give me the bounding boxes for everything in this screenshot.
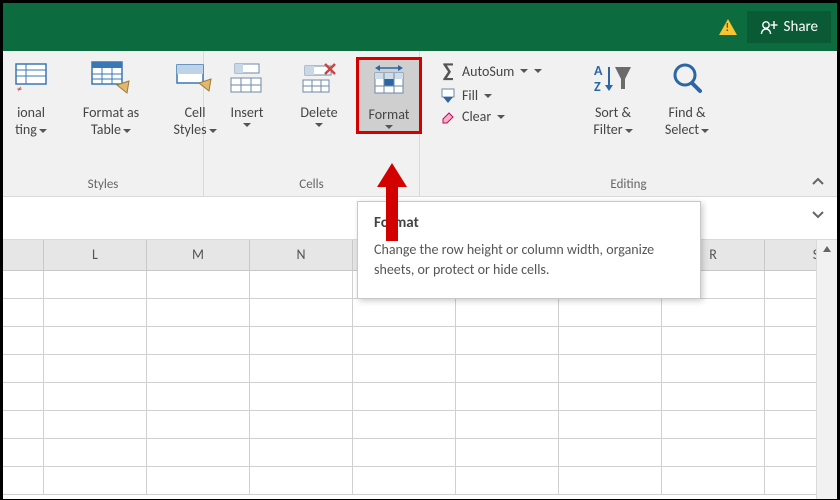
group-cells-label: Cells — [204, 175, 419, 196]
svg-text:≠: ≠ — [17, 82, 22, 95]
tooltip-title: Format — [374, 214, 684, 232]
group-editing-label: Editing — [420, 175, 837, 196]
group-styles: ≠ ionalting — [3, 51, 204, 196]
column-header[interactable] — [3, 240, 44, 270]
cells-grid[interactable] — [3, 271, 837, 495]
ribbon: ≠ ionalting — [3, 51, 837, 197]
conditional-formatting-button[interactable]: ≠ ionalting — [1, 57, 61, 141]
magnifier-icon — [669, 60, 705, 98]
delete-button[interactable]: Delete — [284, 57, 354, 130]
format-as-table-icon — [91, 60, 131, 98]
fill-down-icon — [438, 88, 458, 104]
vertical-scrollbar[interactable] — [816, 240, 837, 499]
column-header[interactable]: M — [147, 240, 250, 270]
fill-button[interactable]: Fill — [438, 87, 568, 104]
tooltip-body: Change the row height or column width, o… — [374, 240, 684, 280]
delete-icon — [301, 60, 337, 98]
sort-filter-button[interactable]: A Z Sort &Filter — [576, 57, 650, 141]
column-header[interactable]: N — [250, 240, 353, 270]
group-editing: ∑ AutoSum Fill — [420, 51, 837, 196]
format-button[interactable]: Format — [356, 57, 422, 134]
share-label: Share — [784, 18, 818, 36]
insert-icon — [229, 60, 265, 98]
sigma-icon: ∑ — [438, 59, 458, 83]
group-styles-label: Styles — [3, 175, 203, 196]
autosum-button[interactable]: ∑ AutoSum — [438, 59, 568, 83]
insert-button[interactable]: Insert — [212, 57, 282, 130]
sort-filter-icon: A Z — [593, 60, 633, 98]
warning-icon — [719, 19, 737, 35]
eraser-icon — [438, 109, 458, 125]
scroll-up-button[interactable] — [817, 240, 837, 258]
expand-formula-bar-button[interactable] — [811, 209, 825, 225]
svg-text:Z: Z — [594, 78, 601, 95]
format-tooltip: Format Change the row height or column w… — [357, 201, 701, 299]
share-icon — [760, 18, 778, 36]
conditional-formatting-icon: ≠ — [14, 60, 48, 98]
column-header[interactable]: L — [44, 240, 147, 270]
svg-text:A: A — [594, 62, 603, 79]
group-cells: Insert — [204, 51, 420, 196]
find-select-button[interactable]: Find &Select — [650, 57, 724, 141]
clear-button[interactable]: Clear — [438, 108, 568, 125]
share-button[interactable]: Share — [747, 11, 831, 43]
format-cells-icon — [371, 62, 407, 100]
format-as-table-button[interactable]: Format asTable — [67, 57, 155, 141]
cell-styles-icon — [175, 60, 215, 98]
title-bar: Share — [3, 3, 837, 51]
collapse-ribbon-button[interactable] — [811, 175, 825, 192]
